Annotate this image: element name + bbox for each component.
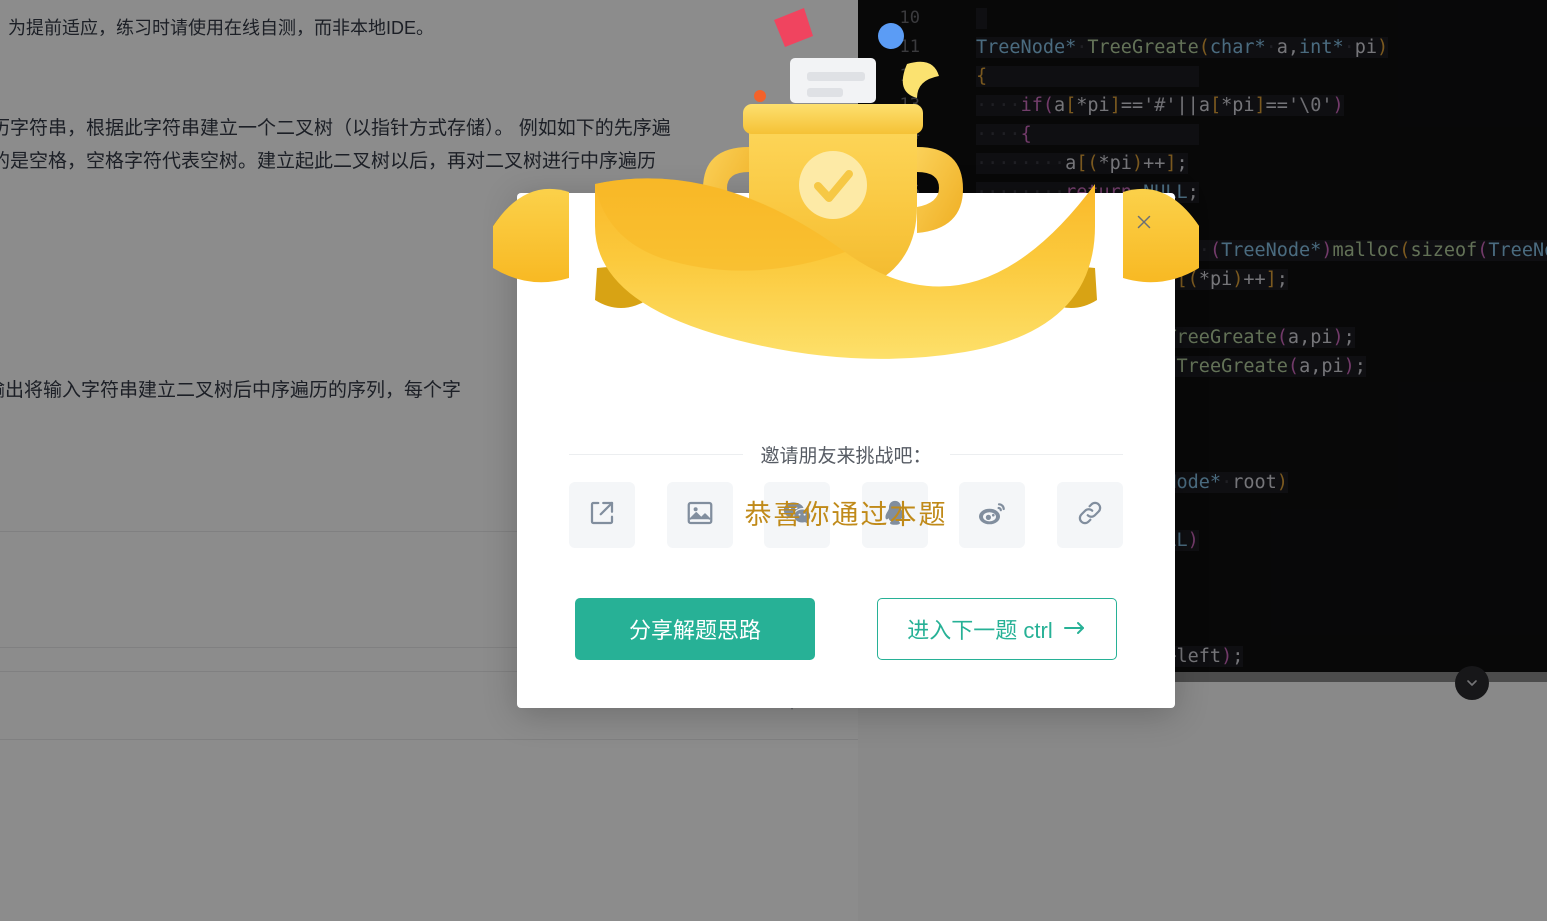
divider-line-right — [949, 454, 1124, 455]
image-icon — [685, 498, 715, 533]
arrow-right-icon — [1063, 616, 1087, 642]
wechat-icon — [781, 497, 813, 534]
share-image-button[interactable] — [666, 482, 733, 548]
close-icon[interactable] — [1129, 207, 1159, 237]
qq-icon — [880, 498, 910, 533]
invite-label: 邀请朋友来挑战吧： — [760, 446, 932, 467]
modal-actions: 分享解题思路 进入下一题 ctrl — [575, 598, 1117, 660]
weibo-icon — [976, 497, 1008, 534]
divider-line-left — [569, 454, 743, 455]
external-link-icon — [587, 498, 617, 533]
invite-divider: 邀请朋友来挑战吧： — [569, 441, 1124, 468]
screen: 为提前适应，练习时请使用在线自测，而非本地IDE。 遍历字符串，根据此字符串建立… — [0, 0, 1547, 921]
next-problem-button[interactable]: 进入下一题 ctrl — [877, 598, 1117, 660]
share-qq-button[interactable] — [861, 482, 928, 548]
link-icon — [1075, 498, 1105, 533]
success-modal: 恭喜你通过本题 邀请朋友来挑战吧： 分享解题思路 进入下一题 ctrl — [493, 8, 1199, 708]
next-problem-label: 进入下一题 ctrl — [907, 618, 1053, 643]
share-weibo-button[interactable] — [959, 482, 1026, 548]
share-external-link-button[interactable] — [569, 482, 635, 548]
share-buttons — [569, 482, 1123, 548]
share-link-button[interactable] — [1056, 482, 1123, 548]
share-solution-button[interactable]: 分享解题思路 — [575, 598, 815, 660]
share-wechat-button[interactable] — [764, 482, 831, 548]
